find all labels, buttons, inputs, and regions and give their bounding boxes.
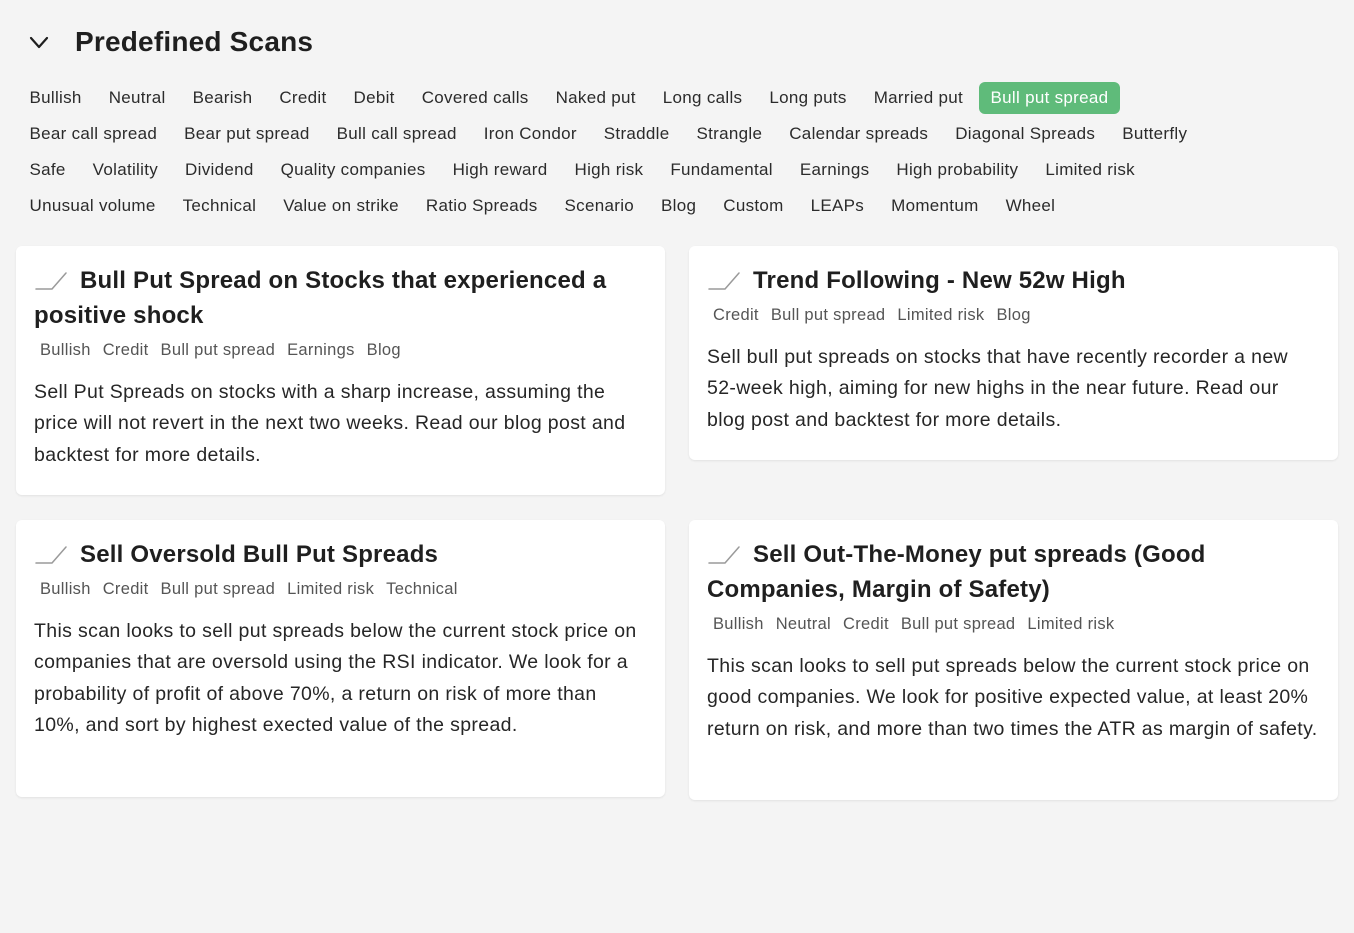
- scan-card-title-text: Bull Put Spread on Stocks that experienc…: [34, 267, 607, 329]
- card-tag: Limited risk: [897, 306, 985, 324]
- trend-line-icon: [707, 539, 741, 564]
- tag-strangle[interactable]: Strangle: [683, 118, 776, 150]
- card-tag: Bull put spread: [770, 306, 886, 324]
- card-tag: Credit: [102, 341, 149, 359]
- card-tag: Bull put spread: [160, 580, 276, 598]
- tag-bear-put-spread[interactable]: Bear put spread: [171, 118, 323, 150]
- tag-long-puts[interactable]: Long puts: [756, 82, 860, 114]
- card-tag: Bullish: [40, 341, 91, 359]
- card-tag: Credit: [843, 615, 889, 633]
- tag-bearish[interactable]: Bearish: [179, 82, 266, 114]
- tag-married-put[interactable]: Married put: [860, 82, 976, 114]
- card-tag: Technical: [386, 580, 458, 598]
- tag-high-risk[interactable]: High risk: [561, 154, 657, 186]
- tag-custom[interactable]: Custom: [710, 190, 797, 222]
- tag-high-reward[interactable]: High reward: [439, 154, 561, 186]
- tag-neutral[interactable]: Neutral: [95, 82, 179, 114]
- tag-blog[interactable]: Blog: [648, 190, 710, 222]
- tag-covered-calls[interactable]: Covered calls: [408, 82, 542, 114]
- scan-card-title: Bull Put Spread on Stocks that experienc…: [34, 263, 647, 333]
- scan-card[interactable]: Trend Following - New 52w High Credit Bu…: [689, 246, 1338, 460]
- tag-scenario[interactable]: Scenario: [551, 190, 648, 222]
- scan-card-tags: Bullish Credit Bull put spread Limited r…: [34, 580, 647, 599]
- card-tag: Bull put spread: [160, 341, 276, 359]
- tag-dividend[interactable]: Dividend: [172, 154, 268, 186]
- tag-diagonal-spreads[interactable]: Diagonal Spreads: [942, 118, 1109, 150]
- tag-bear-call-spread[interactable]: Bear call spread: [16, 118, 171, 150]
- card-tag: Blog: [996, 306, 1031, 324]
- tag-debit[interactable]: Debit: [340, 82, 408, 114]
- scan-card-description: This scan looks to sell put spreads belo…: [34, 620, 637, 736]
- card-tag: Credit: [713, 306, 759, 324]
- tag-butterfly[interactable]: Butterfly: [1109, 118, 1201, 150]
- tag-high-probability[interactable]: High probability: [883, 154, 1032, 186]
- section-header: Predefined Scans: [28, 26, 313, 58]
- tag-row: Bullish Neutral Bearish Credit Debit Cov…: [16, 82, 1336, 114]
- scan-card-tags: Bullish Neutral Credit Bull put spread L…: [707, 615, 1320, 634]
- tag-calendar-spreads[interactable]: Calendar spreads: [776, 118, 942, 150]
- card-tag: Blog: [366, 341, 401, 359]
- tag-row: Safe Volatility Dividend Quality compani…: [16, 154, 1336, 186]
- scan-card-description: This scan looks to sell put spreads belo…: [707, 655, 1318, 740]
- tag-ratio-spreads[interactable]: Ratio Spreads: [412, 190, 551, 222]
- page-title: Predefined Scans: [75, 26, 314, 57]
- scan-card-description: Sell bull put spreads on stocks that hav…: [707, 346, 1288, 431]
- scan-card-tags: Credit Bull put spread Limited risk Blog: [707, 306, 1320, 325]
- scan-card[interactable]: Sell Out-The-Money put spreads (Good Com…: [689, 520, 1338, 800]
- tag-earnings[interactable]: Earnings: [786, 154, 883, 186]
- tag-iron-condor[interactable]: Iron Condor: [470, 118, 590, 150]
- scan-card[interactable]: Bull Put Spread on Stocks that experienc…: [16, 246, 665, 495]
- scan-card-title: Sell Out-The-Money put spreads (Good Com…: [707, 537, 1320, 607]
- scan-card-description: Sell Put Spreads on stocks with a sharp …: [34, 381, 626, 466]
- tag-long-calls[interactable]: Long calls: [649, 82, 756, 114]
- tag-row: Bear call spread Bear put spread Bull ca…: [16, 118, 1336, 150]
- tag-value-on-strike[interactable]: Value on strike: [270, 190, 413, 222]
- scan-card-title-text: Sell Out-The-Money put spreads (Good Com…: [707, 541, 1206, 603]
- scan-card-title: Sell Oversold Bull Put Spreads: [34, 537, 647, 572]
- scan-card-title-text: Trend Following - New 52w High: [753, 267, 1126, 294]
- trend-line-icon: [34, 539, 68, 564]
- card-tag: Limited risk: [287, 580, 375, 598]
- chevron-down-icon[interactable]: [28, 31, 50, 53]
- tag-technical[interactable]: Technical: [169, 190, 270, 222]
- trend-line-icon: [34, 265, 68, 290]
- tag-filter-bar: Bullish Neutral Bearish Credit Debit Cov…: [16, 82, 1336, 226]
- tag-bullish[interactable]: Bullish: [16, 82, 95, 114]
- scan-card-title-text: Sell Oversold Bull Put Spreads: [80, 541, 439, 568]
- tag-limited-risk[interactable]: Limited risk: [1032, 154, 1149, 186]
- tag-quality-companies[interactable]: Quality companies: [267, 154, 439, 186]
- tag-safe[interactable]: Safe: [16, 154, 79, 186]
- tag-straddle[interactable]: Straddle: [590, 118, 683, 150]
- scan-card[interactable]: Sell Oversold Bull Put Spreads Bullish C…: [16, 520, 665, 797]
- trend-line-icon: [707, 265, 741, 290]
- tag-credit[interactable]: Credit: [266, 82, 340, 114]
- scan-card-title: Trend Following - New 52w High: [707, 263, 1320, 298]
- tag-wheel[interactable]: Wheel: [992, 190, 1069, 222]
- tag-unusual-volume[interactable]: Unusual volume: [16, 190, 169, 222]
- tag-bull-put-spread-active[interactable]: Bull put spread: [978, 82, 1121, 114]
- card-tag: Neutral: [775, 615, 832, 633]
- tag-fundamental[interactable]: Fundamental: [657, 154, 787, 186]
- tag-momentum[interactable]: Momentum: [878, 190, 992, 222]
- card-tag: Credit: [102, 580, 149, 598]
- card-tag: Bull put spread: [900, 615, 1016, 633]
- card-tag: Limited risk: [1027, 615, 1115, 633]
- card-tag: Earnings: [287, 341, 355, 359]
- tag-volatility[interactable]: Volatility: [79, 154, 171, 186]
- tag-row: Unusual volume Technical Value on strike…: [16, 190, 1336, 222]
- scan-card-tags: Bullish Credit Bull put spread Earnings …: [34, 341, 647, 360]
- tag-leaps[interactable]: LEAPs: [797, 190, 877, 222]
- card-tag: Bullish: [713, 615, 764, 633]
- tag-naked-put[interactable]: Naked put: [542, 82, 649, 114]
- card-tag: Bullish: [40, 580, 91, 598]
- tag-bull-call-spread[interactable]: Bull call spread: [323, 118, 470, 150]
